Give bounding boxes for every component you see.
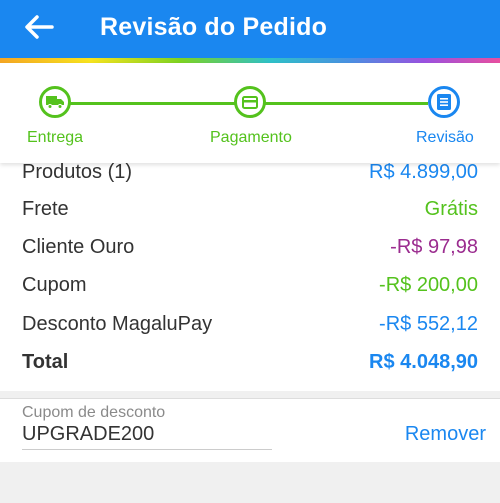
step-label-pagamento: Pagamento (210, 129, 292, 146)
remove-coupon-button[interactable]: Remover (405, 423, 486, 446)
page-title: Revisão do Pedido (100, 13, 328, 41)
coupon-field-underline (22, 449, 272, 450)
page-background (0, 462, 500, 503)
step-connector-2 (265, 102, 428, 105)
checkout-stepper: Entrega Pagamento Revisão (0, 63, 500, 163)
step-revisao[interactable] (428, 86, 460, 118)
summary-row-cliente-ouro: Cliente Ouro -R$ 97,98 (22, 233, 478, 261)
row-label: Produtos (1) (22, 163, 133, 183)
row-label: Desconto MagaluPay (22, 313, 213, 335)
row-label: Cupom (22, 274, 87, 296)
row-label: Frete (22, 198, 69, 220)
summary-row-cupom: Cupom -R$ 200,00 (22, 271, 478, 299)
summary-row-magalupay: Desconto MagaluPay -R$ 552,12 (22, 310, 478, 338)
arrow-left-icon (25, 15, 54, 39)
total-value: R$ 4.048,90 (369, 351, 478, 373)
order-summary: Produtos (1) R$ 4.899,00 Frete Grátis Cl… (0, 163, 500, 391)
coupon-code-field[interactable]: UPGRADE200 (22, 423, 154, 446)
coupon-caption: Cupom de desconto (22, 404, 166, 421)
truck-icon (46, 96, 64, 109)
total-label: Total (22, 351, 69, 373)
step-pagamento[interactable] (234, 86, 266, 118)
document-icon (437, 94, 451, 110)
step-entrega[interactable] (39, 86, 71, 118)
summary-row-produtos: Produtos (1) R$ 4.899,00 (22, 163, 478, 186)
summary-row-total: Total R$ 4.048,90 (22, 348, 478, 376)
card-icon (242, 95, 258, 109)
coupon-section: Cupom de desconto UPGRADE200 Remover (0, 398, 500, 463)
back-button[interactable] (22, 12, 56, 42)
row-label: Cliente Ouro (22, 236, 135, 258)
row-value: -R$ 97,98 (390, 236, 478, 258)
row-value: -R$ 200,00 (379, 274, 478, 296)
row-value: R$ 4.899,00 (369, 163, 478, 183)
summary-row-frete: Frete Grátis (22, 195, 478, 223)
step-connector-1 (70, 102, 235, 105)
step-label-entrega: Entrega (27, 129, 84, 146)
row-value: Grátis (424, 198, 478, 220)
step-label-revisao: Revisão (416, 129, 474, 146)
row-value: -R$ 552,12 (379, 313, 478, 335)
app-bar: Revisão do Pedido (0, 0, 500, 58)
